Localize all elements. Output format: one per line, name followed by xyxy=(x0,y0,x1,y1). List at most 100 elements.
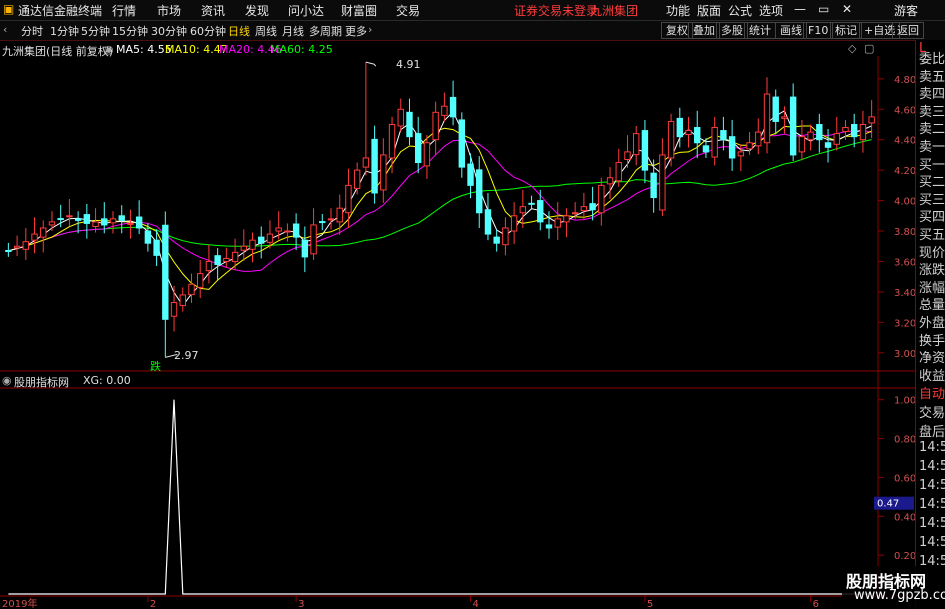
candle-down xyxy=(214,255,221,266)
candle-up xyxy=(240,245,248,251)
candle-down xyxy=(101,218,108,226)
candle-down xyxy=(449,96,457,118)
quote-field-label: 收益 xyxy=(919,368,945,384)
candle-up xyxy=(310,224,317,255)
indicator-tick-label: 0.40 xyxy=(894,512,916,523)
candle-up xyxy=(633,133,640,156)
candle-up xyxy=(685,130,692,136)
candle-up xyxy=(249,239,256,250)
candle-up xyxy=(598,184,605,214)
indicator-tick-label: 0.80 xyxy=(894,435,916,446)
trade-time-label: 14:56 xyxy=(919,478,945,493)
candle-down xyxy=(258,236,265,244)
candle-up xyxy=(615,162,622,182)
price-tick-label: 3.00 xyxy=(894,349,916,360)
candle-down xyxy=(641,130,649,171)
candle-up xyxy=(362,157,370,168)
candle-up xyxy=(275,227,282,232)
indicator-tick-label: 0.60 xyxy=(894,473,916,484)
date-tick-label: 6 xyxy=(813,599,819,609)
price-tick-label: 4.80 xyxy=(894,75,916,86)
candle-up xyxy=(711,127,718,158)
candle-down xyxy=(301,239,309,258)
die-marker: 跌 xyxy=(150,360,161,373)
quote-field-label: 买一 xyxy=(919,157,945,173)
candle-up xyxy=(606,177,614,185)
high-annotation: 4.91 xyxy=(396,58,421,71)
candle-up xyxy=(842,127,849,132)
candle-up xyxy=(353,169,361,189)
quote-panel: L 委比 卖五 卖四 卖三 卖二 卖一 买一 买二 买三 买四 买五 现价 涨跌 涨幅 总量 外盘 换手 净资 收益… xyxy=(915,40,945,609)
candle-up xyxy=(755,131,762,147)
candle-up xyxy=(188,283,195,296)
candle-up xyxy=(807,131,814,141)
candle-up xyxy=(510,215,518,232)
candle-up xyxy=(109,218,117,224)
indicator-settings-icon[interactable]: ◉ xyxy=(2,374,12,387)
candle-down xyxy=(589,203,596,211)
candle-up xyxy=(397,108,404,127)
candle-down xyxy=(162,224,169,320)
candle-down xyxy=(476,169,483,214)
candle-down xyxy=(676,117,683,138)
candle-up xyxy=(519,206,527,214)
price-tick-label: 4.60 xyxy=(894,105,916,116)
trade-time-label: 14:56 xyxy=(919,535,945,550)
quote-field-label: 委比 xyxy=(919,52,945,67)
candle-down xyxy=(824,142,832,148)
candle-down xyxy=(545,224,553,229)
price-tick-label: 3.40 xyxy=(894,288,916,299)
date-tick-label: 2 xyxy=(150,599,156,609)
trade-time-label: 14:56 xyxy=(919,497,945,512)
candle-down xyxy=(415,133,422,164)
candle-up xyxy=(859,123,867,141)
price-tick-label: 3.60 xyxy=(894,257,916,268)
candle-up xyxy=(31,233,38,241)
quote-field-label: 卖一 xyxy=(919,140,945,155)
quote-field-label: 买五 xyxy=(919,228,945,243)
quote-field-label: 卖四 xyxy=(919,87,945,103)
candle-up xyxy=(266,233,274,243)
candle-up xyxy=(781,116,788,119)
indicator-tick-label: 0.20 xyxy=(894,551,916,562)
trade-field-label: 盘后 xyxy=(919,425,945,440)
candle-up xyxy=(798,136,806,153)
candle-up xyxy=(571,212,579,215)
candle-down xyxy=(650,172,657,199)
candle-up xyxy=(388,123,396,159)
candle-down xyxy=(728,136,736,159)
candle-down xyxy=(319,221,326,224)
candle-up xyxy=(624,151,631,160)
candle-down xyxy=(484,209,492,235)
candle-up xyxy=(737,151,745,157)
quote-field-label: 换手 xyxy=(919,333,945,349)
candle-up xyxy=(580,206,588,212)
candle-down xyxy=(153,239,160,256)
candle-down xyxy=(118,215,125,221)
high-leader-line xyxy=(365,61,377,67)
candle-up xyxy=(502,227,509,246)
candle-down xyxy=(772,96,779,122)
candle-up xyxy=(432,111,439,141)
quote-field-label: 总量 xyxy=(919,298,945,314)
candle-up xyxy=(336,207,343,223)
candle-up xyxy=(284,230,291,233)
xg-signal-line xyxy=(8,399,872,595)
kline-chart[interactable]: 4.80 4.60 4.40 4.20 4.00 3.80 3.60 3.40 3.20 3.00… xyxy=(0,0,945,609)
indicator-tick-label: 1.00 xyxy=(894,396,916,407)
candle-up xyxy=(327,218,335,221)
trade-field-label: 交易 xyxy=(919,406,945,421)
candle-down xyxy=(537,200,544,223)
candle-up xyxy=(13,245,21,249)
candle-down xyxy=(458,119,466,168)
xg-value: XG: 0.00 xyxy=(83,374,131,387)
quote-field-label: 买四 xyxy=(919,210,945,226)
candle-down xyxy=(57,218,64,221)
candle-up xyxy=(345,184,352,214)
candle-up xyxy=(92,221,99,227)
quote-field-label: 卖五 xyxy=(919,69,945,85)
candle-up xyxy=(48,221,56,226)
candle-down xyxy=(74,218,82,221)
candle-down xyxy=(528,202,535,205)
candle-up xyxy=(179,294,186,307)
